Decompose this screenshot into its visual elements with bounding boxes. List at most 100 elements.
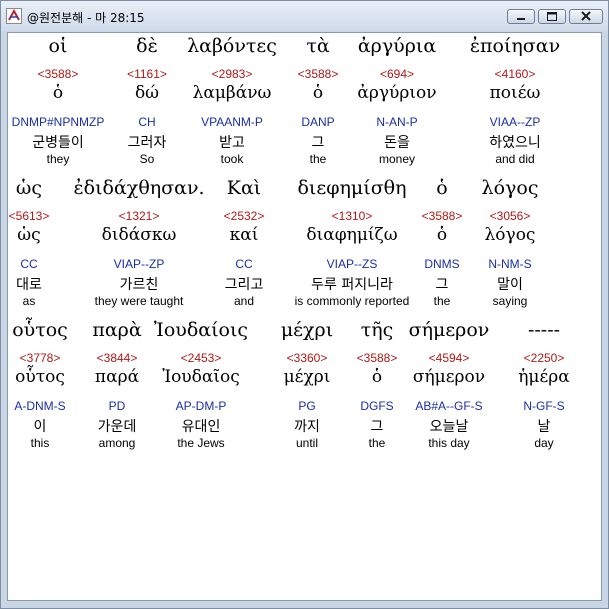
word-korean: 그 bbox=[370, 419, 384, 435]
word-korean: 오늘날 bbox=[429, 419, 469, 435]
word-english: day bbox=[534, 436, 554, 450]
word-strong: <3778> bbox=[19, 351, 61, 365]
word-greek: δὲ bbox=[136, 35, 158, 57]
word-lemma: ἀργύριον bbox=[357, 83, 437, 103]
word-strong: <4160> bbox=[494, 67, 536, 81]
word-morph: N-GF-S bbox=[523, 399, 565, 413]
word-english: took bbox=[220, 152, 244, 166]
word-greek: λαβόντες bbox=[187, 35, 277, 57]
word-lemma: λαμβάνω bbox=[192, 83, 272, 103]
word-morph: CH bbox=[138, 115, 156, 129]
word-strong: <3056> bbox=[489, 209, 531, 223]
word-english: and bbox=[233, 294, 255, 308]
word-english: money bbox=[378, 152, 416, 166]
word-korean: 하였으니 bbox=[489, 135, 541, 151]
word-strong: <3360> bbox=[286, 351, 328, 365]
word-morph: CC bbox=[235, 257, 253, 271]
close-icon bbox=[581, 11, 591, 21]
word-strong: <694> bbox=[379, 67, 415, 81]
word-greek: Καὶ bbox=[226, 177, 262, 199]
word-korean: 두루 퍼지니라 bbox=[311, 277, 393, 293]
word-greek: ὡς bbox=[15, 177, 43, 199]
word-english: they bbox=[46, 152, 70, 166]
word-greek: οὗτος bbox=[12, 319, 68, 341]
word-lemma: ὁ bbox=[371, 367, 383, 387]
word-lemma: σήμερον bbox=[412, 367, 486, 387]
word-greek: ἀργύρια bbox=[357, 35, 437, 57]
word-strong: <2532> bbox=[223, 209, 265, 223]
word-korean: 받고 bbox=[219, 135, 245, 151]
word-english: the Jews bbox=[177, 436, 225, 450]
word-english: this day bbox=[428, 436, 470, 450]
title-bar[interactable]: @원전분해 - 마 28:15 bbox=[1, 1, 608, 31]
word-greek: ὁ bbox=[436, 177, 448, 199]
word-korean: 그 bbox=[435, 277, 449, 293]
word-korean: 군병들이 bbox=[32, 135, 84, 151]
word-english: is commonly reported bbox=[294, 294, 410, 308]
word-morph: VIAA--ZP bbox=[489, 115, 541, 129]
word-strong: <3844> bbox=[96, 351, 138, 365]
word-lemma: ἡμέρα bbox=[518, 367, 570, 387]
word-morph: PD bbox=[108, 399, 126, 413]
word-english: the bbox=[368, 436, 386, 450]
word-lemma: διδάσκω bbox=[101, 225, 177, 245]
word-morph: N-NM-S bbox=[488, 257, 532, 271]
word-greek: τὰ bbox=[306, 35, 330, 57]
app-logo-icon bbox=[6, 8, 22, 24]
word-english: the bbox=[309, 152, 327, 166]
word-english: saying bbox=[492, 294, 528, 308]
word-morph: CC bbox=[20, 257, 38, 271]
word-strong: <1321> bbox=[118, 209, 160, 223]
word-morph: AB#A--GF-S bbox=[415, 399, 483, 413]
word-morph: A-DNM-S bbox=[14, 399, 66, 413]
maximize-button[interactable] bbox=[538, 9, 566, 24]
window-title: @원전분해 - 마 28:15 bbox=[27, 11, 145, 25]
word-strong: <1161> bbox=[127, 67, 167, 81]
close-button[interactable] bbox=[569, 9, 603, 24]
word-greek: ἐποίησαν bbox=[469, 35, 561, 57]
word-strong: <3588> bbox=[421, 209, 463, 223]
word-morph: VIAP--ZP bbox=[113, 257, 165, 271]
word-english: as bbox=[22, 294, 36, 308]
word-lemma: διαφημίζω bbox=[306, 225, 398, 245]
word-english: among bbox=[98, 436, 136, 450]
word-morph: N-AN-P bbox=[376, 115, 418, 129]
word-english: So bbox=[139, 152, 155, 166]
word-lemma: δώ bbox=[134, 83, 160, 103]
word-lemma: παρά bbox=[94, 367, 140, 387]
parsing-panel: οἱ <3588> ὁ DNMP#NPNMZP 군병들이 they δὲ <1161> δώ CH… bbox=[7, 32, 602, 601]
word-morph: DNMS bbox=[424, 257, 460, 271]
word-lemma: ὡς bbox=[17, 225, 41, 245]
word-korean: 까지 bbox=[294, 419, 320, 435]
word-greek: μέχρι bbox=[280, 319, 334, 341]
word-korean: 돈을 bbox=[384, 135, 410, 151]
word-korean: 그 bbox=[311, 135, 325, 151]
word-greek: Ἰουδαίοις bbox=[153, 319, 249, 341]
word-morph: VIAP--ZS bbox=[326, 257, 378, 271]
word-lemma: οὗτος bbox=[15, 367, 65, 387]
minimize-button[interactable] bbox=[507, 9, 535, 24]
word-korean: 이 bbox=[33, 419, 47, 435]
word-strong: <5613> bbox=[8, 209, 50, 223]
maximize-icon bbox=[547, 12, 557, 21]
word-morph: AP-DM-P bbox=[175, 399, 227, 413]
word-lemma: ὁ bbox=[312, 83, 324, 103]
word-lemma: ὁ bbox=[436, 225, 448, 245]
word-korean: 그러자 bbox=[127, 135, 167, 151]
word-korean: 가운데 bbox=[97, 419, 137, 435]
word-strong: <1310> bbox=[331, 209, 373, 223]
word-strong: <3588> bbox=[37, 67, 79, 81]
word-morph: DGFS bbox=[360, 399, 394, 413]
word-lemma: μέχρι bbox=[283, 367, 331, 387]
word-strong: <4594> bbox=[428, 351, 470, 365]
word-greek: σήμερον bbox=[408, 319, 490, 341]
word-english: they were taught bbox=[94, 294, 184, 308]
word-korean: 그리고 bbox=[224, 277, 264, 293]
word-korean: 날 bbox=[537, 419, 551, 435]
word-lemma: Ἰουδαῖος bbox=[162, 367, 240, 387]
word-morph: DNMP#NPNMZP bbox=[11, 115, 105, 129]
word-strong: <2250> bbox=[523, 351, 565, 365]
word-greek: ----- bbox=[527, 319, 561, 341]
word-strong: <2453> bbox=[180, 351, 222, 365]
word-lemma: καί bbox=[229, 225, 259, 245]
